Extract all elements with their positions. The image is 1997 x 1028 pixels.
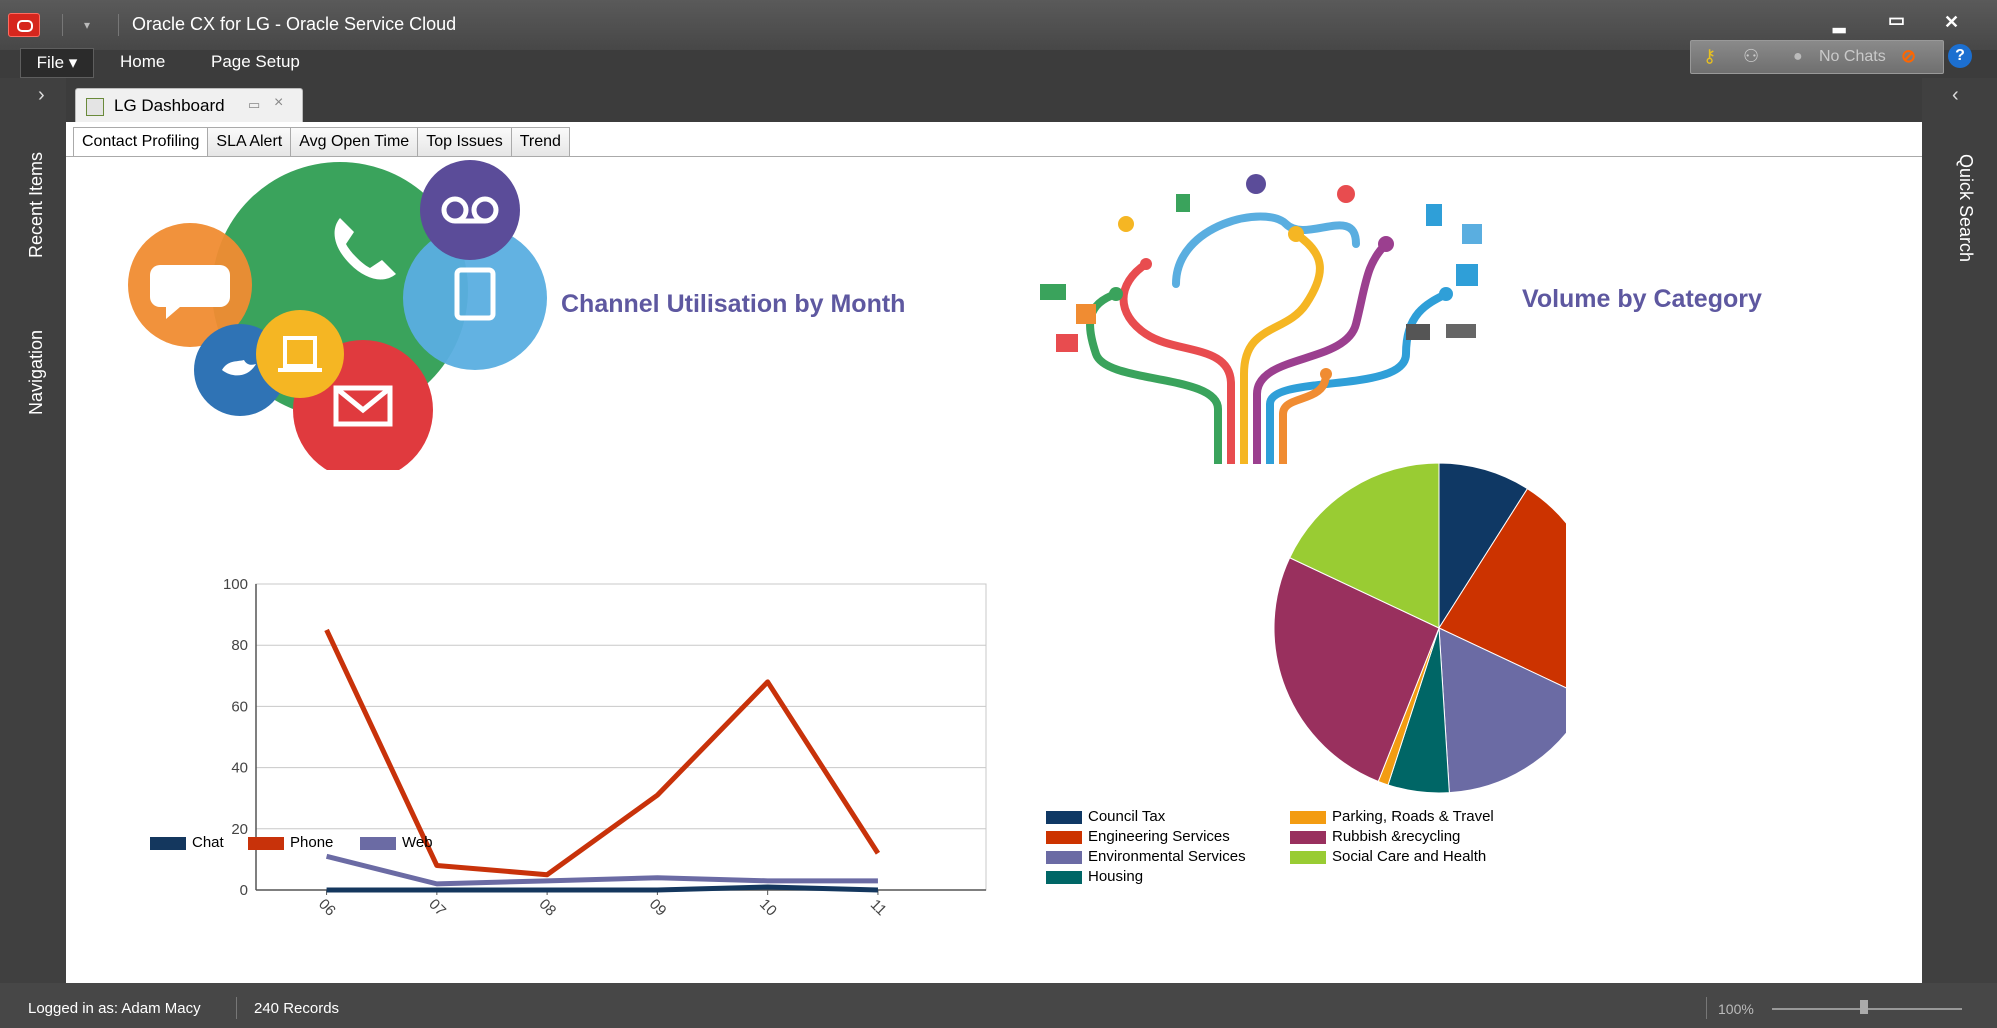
legend-label: Housing (1088, 868, 1144, 885)
legend-swatch (1290, 851, 1326, 864)
legend-swatch (1046, 831, 1082, 844)
key-icon[interactable]: ⚷ (1703, 46, 1716, 67)
legend-swatch (1046, 811, 1082, 824)
dashboard-icon (86, 98, 104, 116)
records-count: 240 Records (254, 1000, 340, 1017)
agent-status-icon[interactable]: ⚇ (1743, 46, 1759, 67)
series-line-chat (326, 884, 879, 893)
notifications-icon[interactable]: ⊘ (1901, 46, 1916, 67)
legend-label: Web (402, 834, 433, 851)
expand-sidebar-icon[interactable]: › (38, 84, 45, 107)
minimize-button[interactable]: ▂ (1833, 14, 1845, 34)
zoom-slider-thumb[interactable] (1860, 1000, 1868, 1014)
legend-swatch (1290, 811, 1326, 824)
legend-swatch (1290, 831, 1326, 844)
series-line-web (325, 853, 878, 887)
pie-chart-legend: Council Tax Engineering Services Environ… (1046, 808, 1566, 888)
y-tick-label: 60 (231, 698, 248, 715)
y-tick-label: 0 (240, 882, 248, 899)
subtab-avg-open-time[interactable]: Avg Open Time (290, 127, 419, 157)
tab-lg-dashboard[interactable]: LG Dashboard ▭ × (75, 88, 303, 124)
recent-items-tab[interactable]: Recent Items (26, 152, 47, 258)
x-tick-label: 06 (315, 896, 339, 920)
status-bar: Logged in as: Adam Macy 240 Records 100% (0, 983, 1997, 1028)
subtab-sla-alert[interactable]: SLA Alert (207, 127, 292, 157)
legend-label: Environmental Services (1088, 848, 1246, 865)
channels-illustration (128, 160, 547, 470)
chat-bubble-icon: ● (1793, 48, 1803, 65)
legend-swatch (360, 837, 396, 850)
x-tick-label: 08 (536, 896, 560, 920)
window-title: Oracle CX for LG - Oracle Service Cloud (132, 14, 457, 34)
tab-label: LG Dashboard (114, 96, 225, 115)
help-icon[interactable]: ? (1948, 44, 1972, 68)
legend-swatch (1046, 851, 1082, 864)
quick-search-tab[interactable]: Quick Search (1955, 154, 1976, 262)
dashboard-panel: Contact Profiling SLA Alert Avg Open Tim… (66, 122, 1922, 983)
legend-swatch (150, 837, 186, 850)
status-toolbar: ⚷ ⚇ ● No Chats ⊘ (1690, 40, 1944, 74)
category-illustration (1040, 174, 1482, 464)
collapse-sidebar-icon[interactable]: ‹ (1952, 84, 1959, 107)
subtab-top-issues[interactable]: Top Issues (417, 127, 512, 157)
legend-label: Engineering Services (1088, 828, 1230, 845)
y-tick-label: 80 (231, 637, 248, 654)
pie-chart-title: Volume by Category (1522, 285, 1762, 313)
navigation-tab[interactable]: Navigation (26, 330, 47, 415)
x-tick-label: 10 (756, 896, 780, 920)
maximize-button[interactable]: ▭ (1888, 10, 1905, 31)
popout-icon[interactable]: ▭ (248, 97, 260, 113)
right-sidebar: ‹ Quick Search (1922, 78, 1997, 983)
toolbar-separator (118, 14, 119, 36)
legend-label: Rubbish &recycling (1332, 828, 1461, 845)
subtab-trend[interactable]: Trend (510, 127, 570, 157)
close-button[interactable]: ✕ (1944, 12, 1959, 33)
status-separator (236, 997, 237, 1019)
x-tick-label: 09 (646, 896, 670, 920)
file-menu-button[interactable]: File ▾ (20, 48, 94, 78)
y-tick-label: 100 (223, 576, 248, 593)
legend-label: Phone (290, 834, 334, 851)
legend-swatch (1046, 871, 1082, 884)
home-menu-item[interactable]: Home (120, 52, 165, 72)
quick-access-dropdown-icon[interactable]: ▾ (84, 18, 90, 32)
line-chart-legend: Chat Phone Web (150, 834, 550, 856)
legend-label: Chat (192, 834, 224, 851)
line-chart: 02040608010006 07 08 09 10 11 (223, 576, 987, 920)
subtab-bar: Contact Profiling SLA Alert Avg Open Tim… (73, 127, 570, 157)
no-chats-label[interactable]: No Chats (1819, 48, 1886, 66)
legend-label: Parking, Roads & Travel (1332, 808, 1494, 825)
y-tick-label: 40 (231, 760, 248, 777)
x-tick-label: 11 (867, 896, 890, 919)
legend-label: Social Care and Health (1332, 848, 1487, 865)
zoom-level: 100% (1718, 1001, 1754, 1017)
legend-swatch (248, 837, 284, 850)
legend-label: Council Tax (1088, 808, 1166, 825)
oracle-logo-icon[interactable] (8, 13, 40, 37)
logged-in-label: Logged in as: Adam Macy (28, 1000, 201, 1017)
subtab-divider (66, 156, 1922, 157)
subtab-contact-profiling[interactable]: Contact Profiling (73, 127, 209, 157)
line-chart-title: Channel Utilisation by Month (561, 290, 906, 318)
status-separator (1706, 997, 1707, 1019)
left-sidebar: › Recent Items Navigation (0, 78, 66, 983)
page-setup-menu-item[interactable]: Page Setup (211, 52, 300, 72)
toolbar-separator (62, 14, 63, 36)
x-tick-label: 07 (425, 896, 449, 920)
close-tab-icon[interactable]: × (274, 94, 283, 112)
